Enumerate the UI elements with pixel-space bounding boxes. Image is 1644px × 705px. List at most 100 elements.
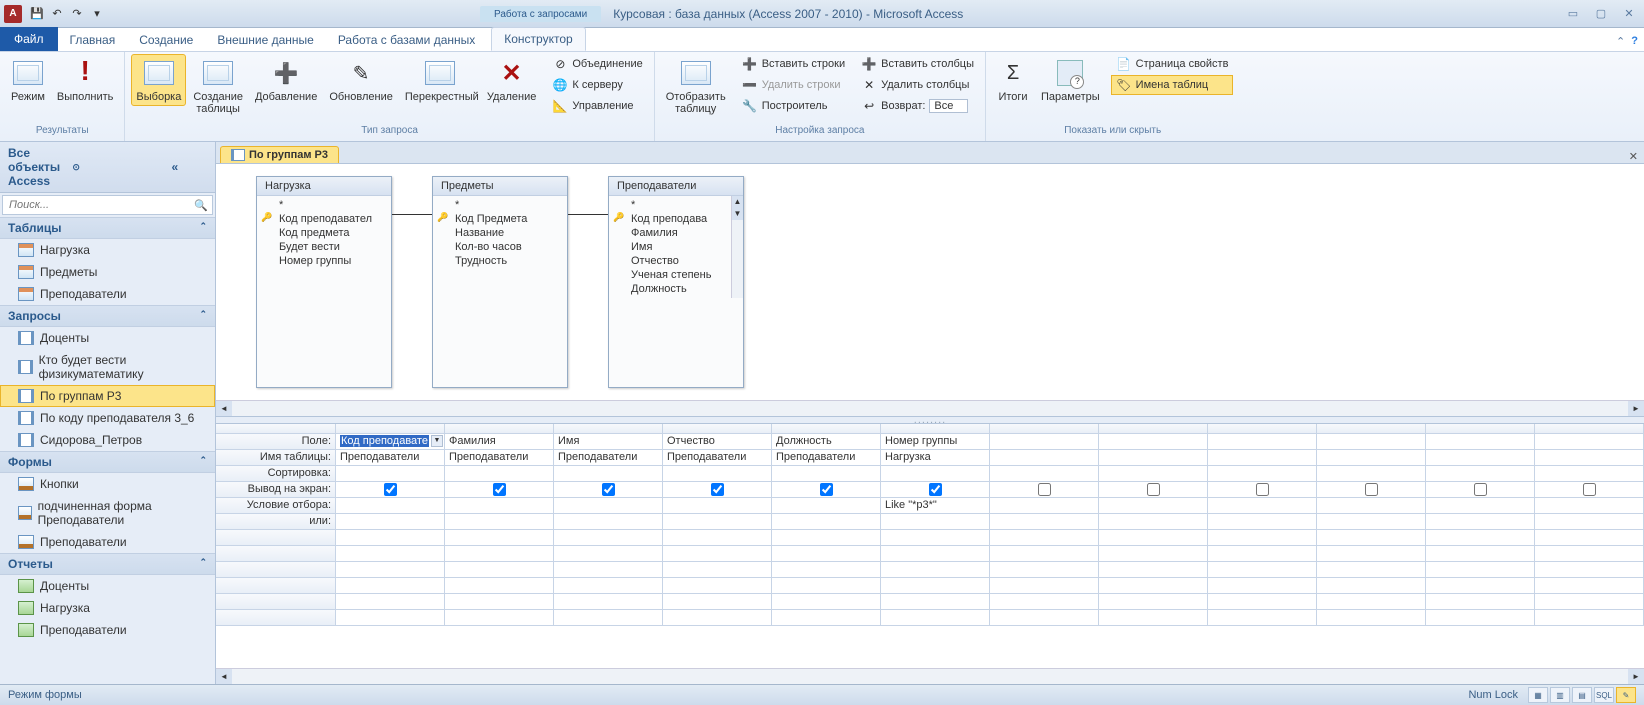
grid-cell[interactable] [663, 610, 772, 626]
field-item[interactable]: Трудность [433, 254, 567, 268]
grid-cell[interactable] [663, 514, 772, 530]
grid-cell[interactable] [1099, 562, 1208, 578]
grid-cell[interactable] [1208, 466, 1317, 482]
grid-cell[interactable] [1317, 466, 1426, 482]
grid-cell[interactable] [1426, 594, 1535, 610]
grid-cell[interactable] [1317, 498, 1426, 514]
return-combo[interactable]: ↩Возврат: Все [856, 96, 979, 116]
grid-cell[interactable] [1535, 482, 1644, 498]
grid-cell[interactable] [445, 482, 554, 498]
show-checkbox[interactable] [711, 483, 724, 496]
grid-cell[interactable] [990, 482, 1099, 498]
show-checkbox[interactable] [820, 483, 833, 496]
grid-cell[interactable] [554, 546, 663, 562]
grid-cell[interactable]: Преподаватели [445, 450, 554, 466]
delete-cols-button[interactable]: ✕Удалить столбцы [856, 75, 979, 95]
grid-cell[interactable] [1535, 546, 1644, 562]
table-scrollbar[interactable]: ▲▼ [731, 196, 743, 298]
col-selector[interactable] [1208, 424, 1317, 434]
builder-button[interactable]: 🔧Построитель [737, 96, 850, 116]
update-button[interactable]: ✎Обновление [324, 54, 398, 106]
grid-cell[interactable] [1317, 434, 1426, 450]
grid-cell[interactable]: Отчество [663, 434, 772, 450]
splitter[interactable] [216, 416, 1644, 424]
col-selector[interactable] [336, 424, 445, 434]
grid-cell[interactable] [445, 514, 554, 530]
grid-cell[interactable]: Преподаватели [554, 450, 663, 466]
grid-cell[interactable] [663, 562, 772, 578]
field-item[interactable]: * [433, 198, 567, 212]
grid-cell[interactable] [881, 562, 990, 578]
nav-item[interactable]: Преподаватели [0, 531, 215, 553]
grid-cell[interactable] [663, 546, 772, 562]
grid-cell[interactable] [1208, 610, 1317, 626]
field-item[interactable]: Номер группы [257, 254, 391, 268]
grid-cell[interactable]: Номер группы [881, 434, 990, 450]
grid-cell[interactable] [881, 546, 990, 562]
grid-cell[interactable] [445, 546, 554, 562]
grid-cell[interactable] [554, 562, 663, 578]
dropdown-icon[interactable]: ▼ [431, 435, 443, 447]
show-checkbox[interactable] [1147, 483, 1160, 496]
grid-cell[interactable] [1208, 578, 1317, 594]
grid-cell[interactable] [881, 610, 990, 626]
grid-cell[interactable] [1426, 530, 1535, 546]
grid-cell[interactable] [554, 578, 663, 594]
field-item[interactable]: Код преподавател [257, 212, 391, 226]
grid-cell[interactable] [445, 466, 554, 482]
field-item[interactable]: Ученая степень [609, 268, 731, 282]
grid-cell[interactable] [445, 610, 554, 626]
grid-cell[interactable] [881, 466, 990, 482]
field-item[interactable]: Код преподава [609, 212, 731, 226]
view-pivotchart-icon[interactable]: ▤ [1572, 687, 1592, 703]
grid-cell[interactable] [445, 594, 554, 610]
col-selector[interactable] [445, 424, 554, 434]
grid-cell[interactable] [881, 482, 990, 498]
grid-cell[interactable] [1535, 562, 1644, 578]
run-button[interactable]: Выполнить [52, 54, 118, 106]
grid-cell[interactable] [881, 530, 990, 546]
grid-hscroll[interactable]: ◄► [216, 668, 1644, 684]
field-item[interactable]: Будет вести [257, 240, 391, 254]
document-tab[interactable]: По группам Р3 [220, 146, 339, 163]
delete-rows-button[interactable]: ➖Удалить строки [737, 75, 850, 95]
grid-cell[interactable] [554, 594, 663, 610]
grid-cell[interactable] [1426, 514, 1535, 530]
grid-cell[interactable] [1208, 482, 1317, 498]
grid-cell[interactable] [1535, 594, 1644, 610]
tab-home[interactable]: Главная [58, 29, 128, 51]
grid-cell[interactable] [554, 498, 663, 514]
col-selector[interactable] [663, 424, 772, 434]
nav-item[interactable]: Доценты [0, 575, 215, 597]
grid-cell[interactable] [1099, 482, 1208, 498]
grid-cell[interactable] [1535, 514, 1644, 530]
union-button[interactable]: ⊘Объединение [547, 54, 647, 74]
grid-cell[interactable] [1535, 578, 1644, 594]
file-tab[interactable]: Файл [0, 27, 58, 51]
insert-cols-button[interactable]: ➕Вставить столбцы [856, 54, 979, 74]
redo-icon[interactable]: ↷ [68, 5, 86, 23]
grid-cell[interactable] [554, 514, 663, 530]
grid-cell[interactable] [990, 562, 1099, 578]
grid-cell[interactable] [1426, 498, 1535, 514]
nav-item[interactable]: подчиненная форма Преподаватели [0, 495, 215, 531]
grid-cell[interactable]: Преподаватели [336, 450, 445, 466]
grid-cell[interactable] [1535, 450, 1644, 466]
nav-item[interactable]: Доценты [0, 327, 215, 349]
field-item[interactable]: Кол-во часов [433, 240, 567, 254]
show-checkbox[interactable] [602, 483, 615, 496]
grid-cell[interactable] [554, 530, 663, 546]
grid-cell[interactable] [663, 482, 772, 498]
grid-cell[interactable] [772, 514, 881, 530]
field-item[interactable]: Код предмета [257, 226, 391, 240]
grid-cell[interactable] [445, 530, 554, 546]
grid-cell[interactable]: Like "*р3*" [881, 498, 990, 514]
view-button[interactable]: Режим [6, 54, 50, 106]
grid-cell[interactable]: Код преподавате▼ [336, 434, 445, 450]
field-item[interactable]: * [609, 198, 731, 212]
tab-external[interactable]: Внешние данные [205, 29, 326, 51]
grid-cell[interactable] [336, 530, 445, 546]
grid-cell[interactable] [990, 578, 1099, 594]
table-box[interactable]: Предметы*Код ПредметаНазваниеКол-во часо… [432, 176, 568, 388]
nav-item[interactable]: Сидорова_Петров [0, 429, 215, 451]
